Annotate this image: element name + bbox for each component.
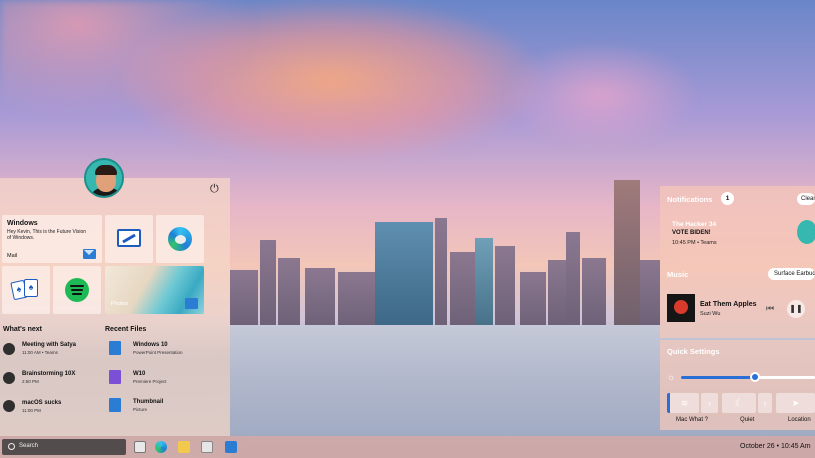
item-sub: 2:50 PM [22,379,39,384]
album-art [667,294,695,322]
quiet-label: Quiet [740,417,755,423]
wallpaper-cloud [0,0,260,120]
store-icon[interactable] [201,441,213,453]
chevron-right-icon[interactable]: › [701,393,718,413]
file-icon [109,341,121,355]
notification-sender: The Hacker 34 [672,221,717,228]
notification-count-badge: 1 [721,192,734,205]
location-toggle[interactable]: ➤ [776,393,815,413]
item-title: Windows 10 [133,342,168,348]
notifications-title: Notifications [667,195,713,204]
edge-icon[interactable] [155,441,167,453]
photos-tile[interactable]: Photos [105,266,204,314]
wallpaper-skyline [230,170,660,330]
whiteboard-icon [117,229,141,247]
music-title: Music [667,270,689,279]
item-title: W10 [133,371,146,377]
previous-track-icon[interactable]: ⏮ [766,303,774,314]
photos-label: Photos [111,301,129,307]
clear-button[interactable]: Clear [797,193,815,205]
avatar [797,220,815,244]
mail-icon [83,249,96,259]
trash-icon [3,400,15,412]
search-box[interactable]: Search [2,439,126,455]
wallpaper-cloud [500,40,700,150]
user-avatar[interactable] [84,158,124,198]
brightness-slider-thumb[interactable] [749,372,760,382]
spotify-tile[interactable] [53,266,101,314]
photos-icon [185,298,198,309]
audio-device-button[interactable]: Surface Earbuds [768,268,815,280]
item-sub: 11:00 AM • Teams [22,350,58,355]
chevron-right-icon[interactable]: › [758,393,772,413]
item-title: Meeting with Satya [22,342,77,348]
mail-tile[interactable]: Windows Hey Kevin, This is the Future Vi… [2,215,102,263]
people-icon [3,343,15,355]
mail-tile-title: Windows [7,220,38,227]
item-title: Brainstorming 10X [22,371,76,377]
notification-message: VOTE BIDEN! [672,230,711,236]
quiet-toggle[interactable]: ☾ [722,393,756,413]
mail-icon[interactable] [225,441,237,453]
premiere-icon [109,370,121,384]
mail-tile-body: Hey Kevin, This is the Future Vision of … [7,229,87,241]
mail-tile-label: Mail [7,253,18,259]
quick-settings-title: Quick Settings [667,347,720,356]
brightness-slider-fill [681,376,755,379]
edge-tile[interactable] [156,215,204,263]
power-icon[interactable]: ⏻ [210,183,222,195]
song-artist: Suzi Wu [700,311,721,317]
clock[interactable]: October 26 • 10:45 Am [740,443,811,450]
location-label: Location [788,417,811,423]
wifi-toggle[interactable]: ≋ [667,393,699,413]
recent-files-title: Recent Files [105,326,147,333]
card-icon: ♠ [24,279,38,297]
file-explorer-icon[interactable] [178,441,190,453]
search-input[interactable]: Search [19,443,38,449]
item-sub: 11:00 PM [22,408,41,413]
item-sub: Premiere Project [133,379,167,384]
item-title: Thumbnail [133,399,164,405]
whiteboard-tile[interactable] [105,215,153,263]
whats-next-title: What's next [3,326,43,333]
wifi-label: Mac What ? [676,417,709,423]
notification-meta: 10:45 PM • Teams [672,240,717,246]
task-view-icon[interactable] [134,441,146,453]
pause-button[interactable]: ❚❚ [787,300,805,318]
picture-icon [109,398,121,412]
item-sub: PowerPoint Presentation [133,350,183,355]
edge-icon [168,227,192,251]
item-title: macOS sucks [22,400,62,406]
spotify-icon [65,278,89,302]
search-icon [8,443,15,450]
solitaire-tile[interactable]: ♠ ♠ [2,266,50,314]
brightness-icon: ☼ [667,372,676,382]
item-sub: Picture [133,407,148,412]
song-title: Eat Them Apples [700,301,757,308]
lightbulb-icon [3,372,15,384]
